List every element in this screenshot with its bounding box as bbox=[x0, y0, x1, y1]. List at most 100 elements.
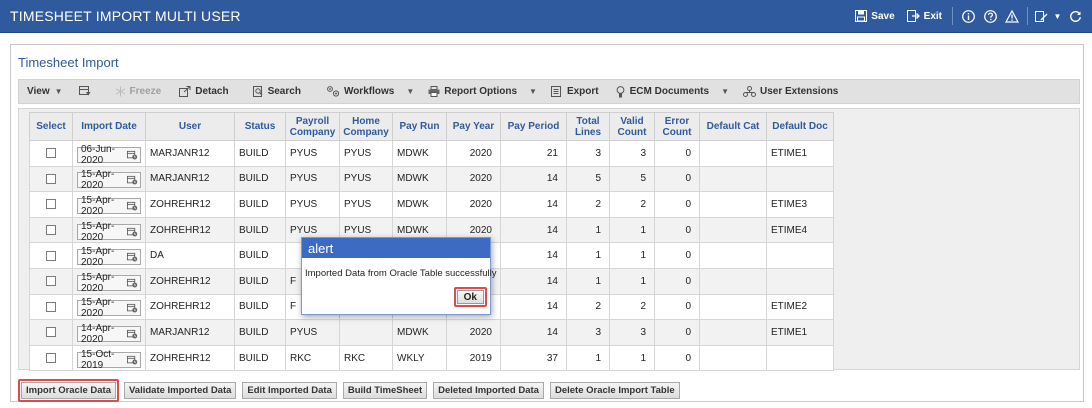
col-import-date[interactable]: Import Date bbox=[72, 112, 146, 141]
total-lines-cell: 5 bbox=[566, 165, 610, 193]
info-button[interactable] bbox=[957, 0, 979, 32]
error-count-cell: 0 bbox=[654, 191, 700, 218]
warning-button[interactable] bbox=[1001, 0, 1023, 32]
validate-imported-data-button[interactable]: Validate Imported Data bbox=[124, 382, 237, 399]
table-header-row: Select Import Date User Status Payroll Co… bbox=[29, 112, 834, 141]
ok-button[interactable]: Ok bbox=[456, 290, 484, 304]
status-cell: BUILD bbox=[234, 140, 286, 167]
import-date-picker[interactable]: 15-Apr-2020 bbox=[77, 272, 141, 294]
import-date-picker[interactable]: 15-Oct-2019 bbox=[77, 349, 141, 371]
col-select[interactable]: Select bbox=[29, 112, 73, 141]
col-payroll-company[interactable]: Payroll Company bbox=[285, 112, 340, 141]
import-date-picker[interactable]: 15-Apr-2020 bbox=[77, 195, 141, 217]
export-button[interactable]: Export bbox=[543, 80, 605, 103]
detach-button[interactable]: Detach bbox=[167, 80, 234, 103]
pay-period-cell: 37 bbox=[500, 344, 567, 372]
total-lines-cell: 2 bbox=[566, 191, 610, 218]
row-select-checkbox[interactable] bbox=[46, 301, 56, 312]
info-icon bbox=[961, 9, 975, 23]
user-cell: MARJANR12 bbox=[145, 140, 235, 167]
printer-icon bbox=[428, 86, 440, 97]
alert-message: Imported Data from Oracle Table successf… bbox=[305, 268, 497, 279]
table-row[interactable]: 15-Apr-2020 MARJANR12 BUILD PYUS PYUS MDWK 202… bbox=[29, 165, 834, 193]
row-select-checkbox[interactable] bbox=[46, 250, 56, 261]
import-date-picker[interactable]: 15-Apr-2020 bbox=[77, 297, 141, 319]
col-status[interactable]: Status bbox=[234, 112, 286, 141]
refresh-button[interactable] bbox=[1064, 0, 1086, 32]
col-total-lines[interactable]: Total Lines bbox=[566, 112, 610, 141]
action-button-row: Import Oracle Data Validate Imported Dat… bbox=[18, 379, 686, 402]
import-date-cell: 14-Apr-2020 bbox=[72, 319, 146, 346]
report-options-menu[interactable]: Report Options ▼ bbox=[420, 80, 543, 103]
pay-year-cell: 2019 bbox=[446, 344, 501, 372]
import-date-picker[interactable]: 06-Jun-2020 bbox=[77, 144, 141, 166]
title-bar: TIMESHEET IMPORT MULTI USER Save Exit ▼ bbox=[0, 0, 1092, 33]
alert-dialog: alert Imported Data from Oracle Table su… bbox=[301, 237, 496, 315]
row-select-checkbox[interactable] bbox=[46, 199, 56, 210]
workflows-menu[interactable]: Workflows ▼ bbox=[307, 80, 420, 103]
import-date-picker[interactable]: 15-Apr-2020 bbox=[77, 221, 141, 243]
row-select-checkbox[interactable] bbox=[46, 173, 56, 184]
row-select-checkbox[interactable] bbox=[46, 352, 56, 363]
row-select-checkbox[interactable] bbox=[46, 327, 56, 338]
deleted-imported-data-button[interactable]: Deleted Imported Data bbox=[433, 382, 544, 399]
col-home-company[interactable]: Home Company bbox=[339, 112, 393, 141]
table-row[interactable]: 14-Apr-2020 MARJANR12 BUILD PYUS MDWK 2020 14 3… bbox=[29, 319, 834, 346]
status-cell: BUILD bbox=[234, 216, 286, 244]
user-cell: MARJANR12 bbox=[145, 165, 235, 193]
user-cell: ZOHREHR12 bbox=[145, 267, 235, 295]
pay-run-cell: MDWK bbox=[392, 165, 447, 193]
build-timesheet-button[interactable]: Build TimeSheet bbox=[342, 382, 428, 399]
view-menu[interactable]: View ▼ bbox=[19, 80, 69, 103]
freeze-button[interactable]: Freeze bbox=[105, 80, 168, 103]
save-button[interactable]: Save bbox=[849, 0, 900, 32]
import-oracle-data-button[interactable]: Import Oracle Data bbox=[21, 382, 116, 399]
pay-year-cell: 2020 bbox=[446, 191, 501, 218]
table-row[interactable]: 15-Apr-2020 ZOHREHR12 BUILD PYUS PYUS MDWK 202… bbox=[29, 191, 834, 218]
col-user[interactable]: User bbox=[145, 112, 235, 141]
row-select-checkbox[interactable] bbox=[46, 276, 56, 287]
highlight-frame: Ok bbox=[453, 287, 487, 307]
filter-button[interactable] bbox=[69, 80, 105, 103]
search-label: Search bbox=[267, 86, 301, 97]
row-select-checkbox[interactable] bbox=[46, 224, 56, 235]
help-button[interactable] bbox=[979, 0, 1001, 32]
col-default-doc[interactable]: Default Doc bbox=[766, 112, 834, 141]
pay-period-cell: 14 bbox=[500, 319, 567, 346]
highlight-frame: Import Oracle Data bbox=[18, 379, 119, 402]
user-extensions-menu[interactable]: User Extensions bbox=[735, 80, 844, 103]
error-count-cell: 0 bbox=[654, 293, 700, 321]
panel-title: Timesheet Import bbox=[18, 55, 119, 70]
import-date-picker[interactable]: 14-Apr-2020 bbox=[77, 323, 141, 345]
user-extensions-label: User Extensions bbox=[760, 86, 839, 97]
calendar-icon bbox=[127, 176, 138, 185]
status-cell: BUILD bbox=[234, 344, 286, 372]
error-count-cell: 0 bbox=[654, 140, 700, 167]
edit-menu-button[interactable]: ▼ bbox=[1032, 0, 1064, 32]
col-default-cat[interactable]: Default Cat bbox=[699, 112, 767, 141]
select-cell bbox=[29, 293, 73, 321]
filter-grid-icon bbox=[78, 86, 91, 96]
chevron-down-icon: ▼ bbox=[406, 87, 415, 96]
table-row[interactable]: 15-Oct-2019 ZOHREHR12 BUILD RKC RKC WKLY 2019 3… bbox=[29, 344, 834, 372]
col-pay-year[interactable]: Pay Year bbox=[446, 112, 501, 141]
exit-icon bbox=[906, 10, 920, 22]
exit-button[interactable]: Exit bbox=[901, 0, 948, 32]
table-row[interactable]: 06-Jun-2020 MARJANR12 BUILD PYUS PYUS MDWK 202… bbox=[29, 140, 834, 167]
user-cell: ZOHREHR12 bbox=[145, 216, 235, 244]
toolbar-divider bbox=[952, 7, 953, 25]
col-pay-run[interactable]: Pay Run bbox=[392, 112, 447, 141]
search-button[interactable]: Search bbox=[235, 80, 307, 103]
pay-period-cell: 14 bbox=[500, 191, 567, 218]
ecm-documents-menu[interactable]: ECM Documents ▼ bbox=[605, 80, 735, 103]
import-date-picker[interactable]: 15-Apr-2020 bbox=[77, 169, 141, 191]
edit-imported-data-button[interactable]: Edit Imported Data bbox=[242, 382, 337, 399]
select-cell bbox=[29, 344, 73, 372]
col-error-count[interactable]: Error Count bbox=[654, 112, 700, 141]
error-count-cell: 0 bbox=[654, 165, 700, 193]
delete-oracle-import-table-button[interactable]: Delete Oracle Import Table bbox=[549, 382, 680, 399]
import-date-picker[interactable]: 15-Apr-2020 bbox=[77, 246, 141, 268]
col-pay-period[interactable]: Pay Period bbox=[500, 112, 567, 141]
row-select-checkbox[interactable] bbox=[46, 148, 56, 159]
col-valid-count[interactable]: Valid Count bbox=[609, 112, 655, 141]
